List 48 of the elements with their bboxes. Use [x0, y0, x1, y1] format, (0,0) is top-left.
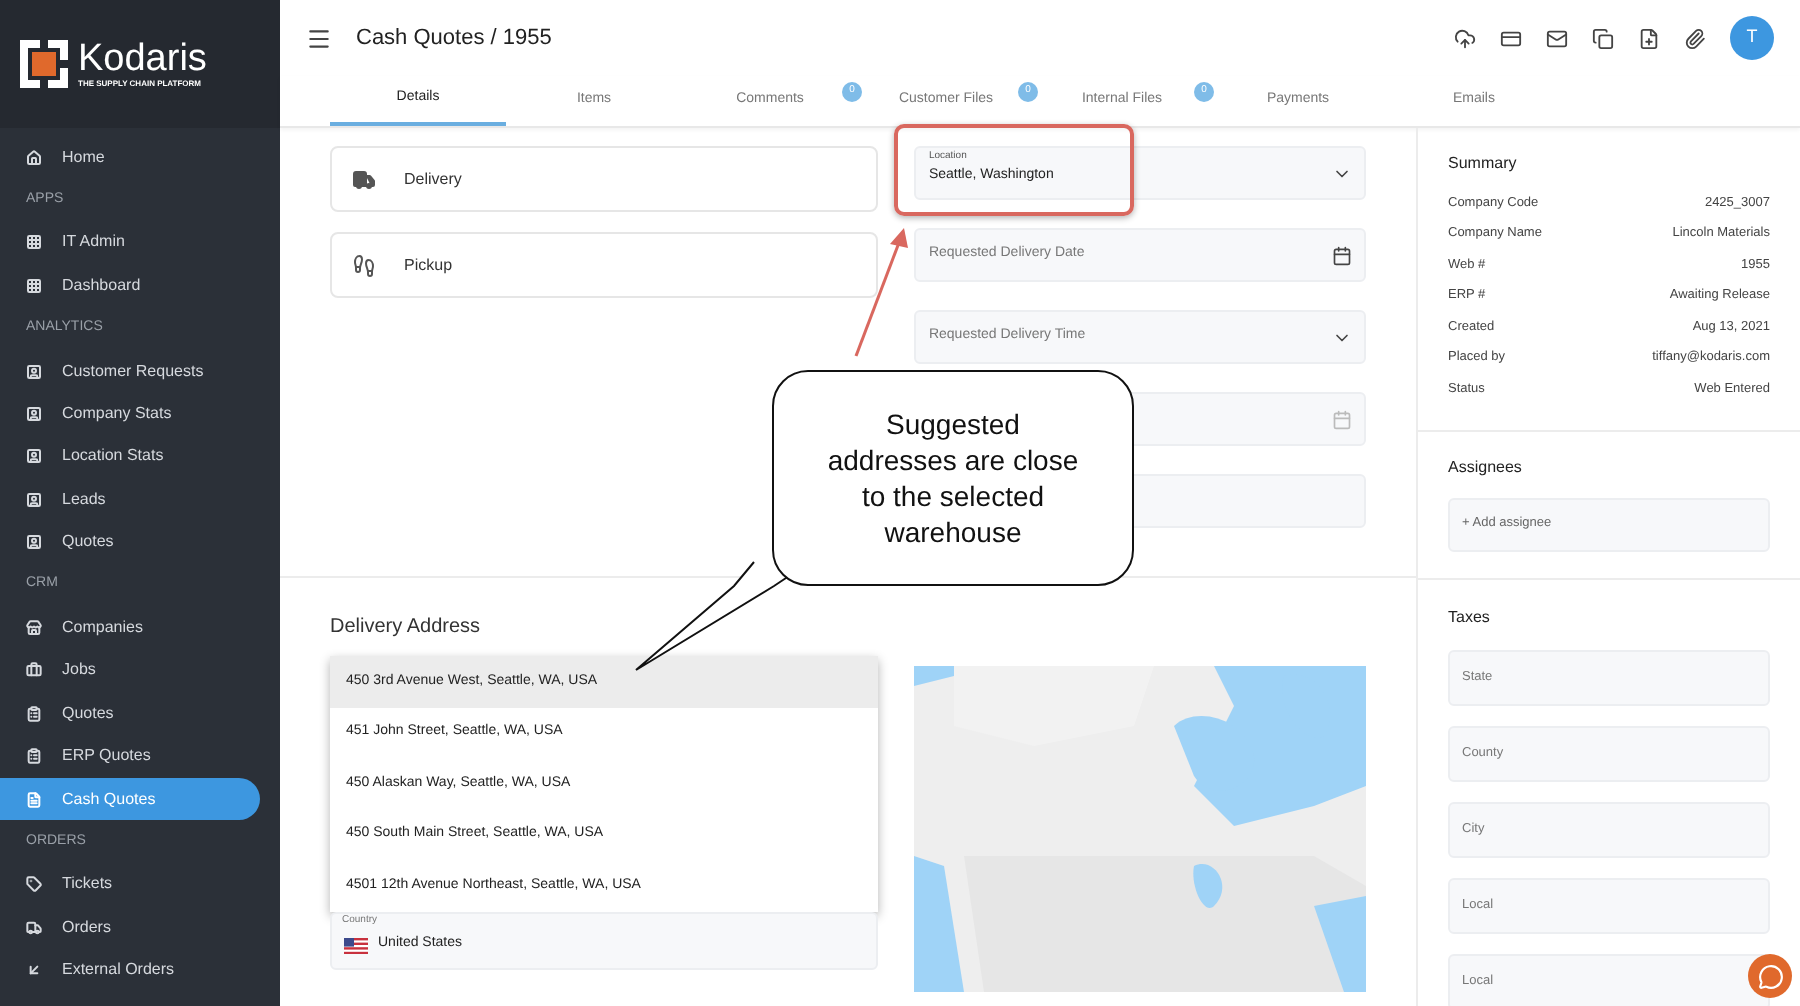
- sidebar-item[interactable]: External Orders: [0, 948, 260, 992]
- callout-tooltip: Suggested addresses are close to the selected warehouse: [772, 370, 1134, 586]
- clipboard-icon: [26, 748, 42, 765]
- sidebar-item[interactable]: Companies: [0, 606, 260, 650]
- sidebar-item[interactable]: Tickets: [0, 863, 260, 907]
- option-card[interactable]: Pickup: [330, 232, 879, 298]
- section-title: Assignees: [1448, 455, 1524, 479]
- sidebar-item[interactable]: Customer Requests: [0, 349, 260, 393]
- chat-widget-icon[interactable]: [1748, 954, 1792, 998]
- sidebar-item[interactable]: Location Stats: [0, 435, 260, 479]
- mail-icon[interactable]: [1546, 27, 1568, 49]
- page-title: Cash Quotes / 1955: [356, 23, 554, 54]
- file-add-icon[interactable]: [1638, 27, 1660, 49]
- cloud-upload-icon[interactable]: [1454, 27, 1476, 49]
- card-icon[interactable]: [1500, 27, 1522, 49]
- logo-icon: [20, 40, 68, 88]
- logo-text: Kodaris: [78, 40, 207, 80]
- sidebar-item[interactable]: Company Stats: [0, 392, 260, 436]
- truck-icon: [26, 919, 42, 936]
- flag-icon: [344, 937, 368, 953]
- section-title: Taxes: [1448, 605, 1492, 629]
- store-icon: [26, 619, 42, 636]
- section-title: Summary: [1448, 152, 1519, 176]
- sidebar-item[interactable]: Home: [0, 136, 260, 179]
- truck-icon: [352, 167, 376, 191]
- menu-icon[interactable]: [306, 25, 332, 51]
- sidebar-item[interactable]: IT Admin: [0, 221, 260, 265]
- clipboard-icon: [26, 705, 42, 722]
- sidebar-item[interactable]: Dashboard: [0, 264, 260, 308]
- document-icon: [26, 791, 42, 808]
- sidebar-item[interactable]: ERP Quotes: [0, 734, 260, 778]
- option-card[interactable]: Delivery: [330, 146, 879, 212]
- sidebar-item[interactable]: Quotes: [0, 521, 260, 564]
- home-icon: [26, 149, 42, 166]
- tag-icon: [26, 876, 42, 893]
- grid-icon: [26, 234, 42, 251]
- sidebar-item[interactable]: Quotes: [0, 692, 260, 735]
- arrow-icon: [26, 962, 42, 979]
- sidebar-item[interactable]: Leads: [0, 478, 260, 522]
- sidebar-item[interactable]: Jobs: [0, 649, 260, 693]
- calendar-icon: [1332, 245, 1352, 265]
- copy-icon[interactable]: [1592, 27, 1614, 49]
- paperclip-icon[interactable]: [1684, 27, 1706, 49]
- calendar-icon: [1332, 409, 1352, 429]
- section-title: Delivery Address: [330, 614, 483, 642]
- sidebar-item[interactable]: Orders: [0, 906, 260, 949]
- briefcase-icon: [26, 662, 42, 679]
- grid-icon: [26, 277, 42, 294]
